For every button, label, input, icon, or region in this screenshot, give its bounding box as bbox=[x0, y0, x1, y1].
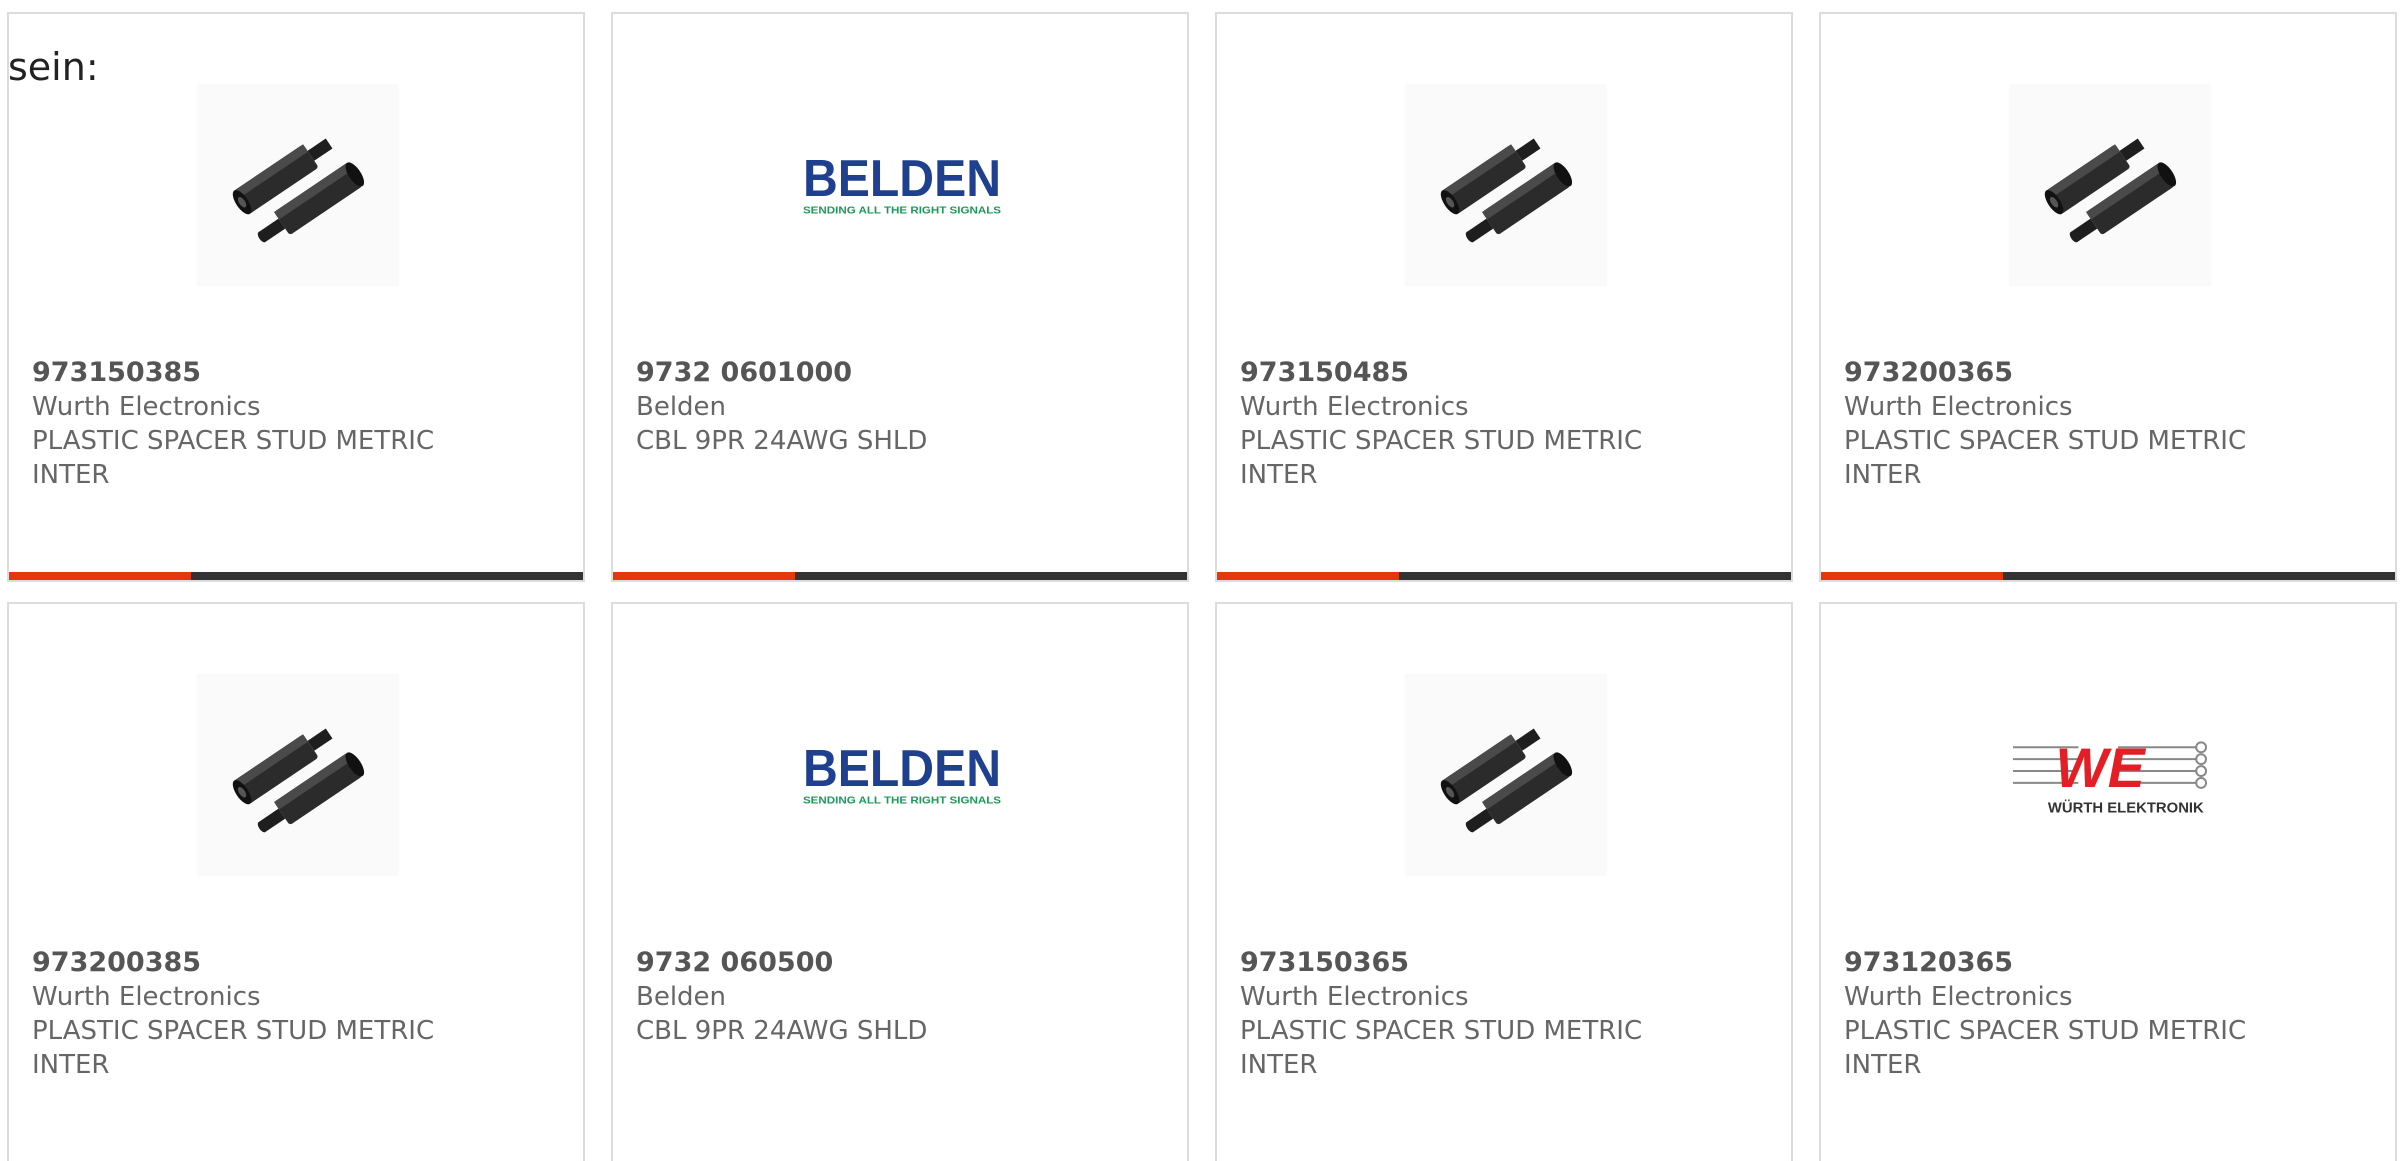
belden-logo: BELDENSENDING ALL THE RIGHT SIGNALS bbox=[803, 150, 1002, 217]
svg-text:WÜRTH ELEKTRONIK: WÜRTH ELEKTRONIK bbox=[2048, 800, 2204, 817]
part-number[interactable]: 973150385 bbox=[32, 356, 462, 390]
manufacturer: Wurth Electronics bbox=[32, 392, 261, 422]
product-card[interactable]: WE WÜRTH ELEKTRONIK 973120365 Wurth Elect… bbox=[1819, 602, 2397, 1161]
card-accent-bar bbox=[613, 572, 795, 580]
product-image bbox=[197, 674, 399, 876]
product-card[interactable]: 973150365 Wurth Electronics PLASTIC SPAC… bbox=[1215, 602, 1793, 1161]
description: PLASTIC SPACER STUD METRIC INTER bbox=[32, 1016, 435, 1080]
spacer-stud-photo bbox=[2044, 138, 2177, 243]
product-image: WE WÜRTH ELEKTRONIK bbox=[2009, 674, 2211, 876]
product-card[interactable]: BELDEN SENDING ALL THE RIGHT SIGNALS 9732… bbox=[611, 602, 1189, 1161]
part-number[interactable]: 9732 0601000 bbox=[636, 356, 1066, 390]
product-image: BELDEN SENDING ALL THE RIGHT SIGNALS bbox=[801, 84, 1003, 286]
part-number[interactable]: 973150365 bbox=[1240, 946, 1670, 980]
svg-text:SENDING ALL THE RIGHT SIGNALS: SENDING ALL THE RIGHT SIGNALS bbox=[803, 206, 1002, 217]
description: PLASTIC SPACER STUD METRIC INTER bbox=[1240, 1016, 1643, 1080]
product-card[interactable]: 973150485 Wurth Electronics PLASTIC SPAC… bbox=[1215, 12, 1793, 582]
description: PLASTIC SPACER STUD METRIC INTER bbox=[1844, 426, 2247, 490]
svg-text:WE: WE bbox=[2055, 737, 2146, 799]
part-number[interactable]: 9732 060500 bbox=[636, 946, 1066, 980]
product-card[interactable]: 973200385 Wurth Electronics PLASTIC SPAC… bbox=[7, 602, 585, 1161]
product-image bbox=[197, 84, 399, 286]
intro-text: sein: bbox=[8, 45, 99, 89]
description: CBL 9PR 24AWG SHLD bbox=[636, 1016, 928, 1046]
card-bottom-bar bbox=[1217, 572, 1791, 580]
product-image bbox=[2009, 84, 2211, 286]
wurth-elektronik-logo: WEWÜRTH ELEKTRONIK bbox=[2012, 737, 2208, 817]
part-number[interactable]: 973200365 bbox=[1844, 356, 2274, 390]
part-number[interactable]: 973150485 bbox=[1240, 356, 1670, 390]
product-card[interactable]: 973200365 Wurth Electronics PLASTIC SPAC… bbox=[1819, 12, 2397, 582]
manufacturer: Belden bbox=[636, 392, 727, 422]
belden-logo: BELDENSENDING ALL THE RIGHT SIGNALS bbox=[803, 740, 1002, 807]
part-number[interactable]: 973200385 bbox=[32, 946, 462, 980]
manufacturer: Wurth Electronics bbox=[1844, 982, 2073, 1012]
spacer-stud-photo bbox=[232, 138, 365, 243]
description: PLASTIC SPACER STUD METRIC INTER bbox=[32, 426, 435, 490]
card-bottom-bar bbox=[1821, 572, 2395, 580]
manufacturer: Belden bbox=[636, 982, 727, 1012]
description: PLASTIC SPACER STUD METRIC INTER bbox=[1844, 1016, 2247, 1080]
product-card[interactable]: 973150385 Wurth Electronics PLASTIC SPAC… bbox=[7, 12, 585, 582]
card-bottom-bar bbox=[613, 572, 1187, 580]
card-accent-bar bbox=[9, 572, 191, 580]
product-image: BELDEN SENDING ALL THE RIGHT SIGNALS bbox=[801, 674, 1003, 876]
manufacturer: Wurth Electronics bbox=[1844, 392, 2073, 422]
manufacturer: Wurth Electronics bbox=[1240, 982, 1469, 1012]
part-number[interactable]: 973120365 bbox=[1844, 946, 2274, 980]
manufacturer: Wurth Electronics bbox=[32, 982, 261, 1012]
card-accent-bar bbox=[1217, 572, 1399, 580]
spacer-stud-photo bbox=[1440, 138, 1573, 243]
svg-text:BELDEN: BELDEN bbox=[803, 150, 1001, 207]
product-image bbox=[1405, 674, 1607, 876]
description: CBL 9PR 24AWG SHLD bbox=[636, 426, 928, 456]
product-card[interactable]: BELDEN SENDING ALL THE RIGHT SIGNALS 9732… bbox=[611, 12, 1189, 582]
product-grid-page: sein: 973150385 Wurth Electronics PLASTI… bbox=[0, 0, 2400, 1161]
manufacturer: Wurth Electronics bbox=[1240, 392, 1469, 422]
svg-text:SENDING ALL THE RIGHT SIGNALS: SENDING ALL THE RIGHT SIGNALS bbox=[803, 796, 1002, 807]
description: PLASTIC SPACER STUD METRIC INTER bbox=[1240, 426, 1643, 490]
svg-text:BELDEN: BELDEN bbox=[803, 740, 1001, 797]
spacer-stud-photo bbox=[232, 728, 365, 833]
card-bottom-bar bbox=[9, 572, 583, 580]
card-accent-bar bbox=[1821, 572, 2003, 580]
spacer-stud-photo bbox=[1440, 728, 1573, 833]
product-image bbox=[1405, 84, 1607, 286]
